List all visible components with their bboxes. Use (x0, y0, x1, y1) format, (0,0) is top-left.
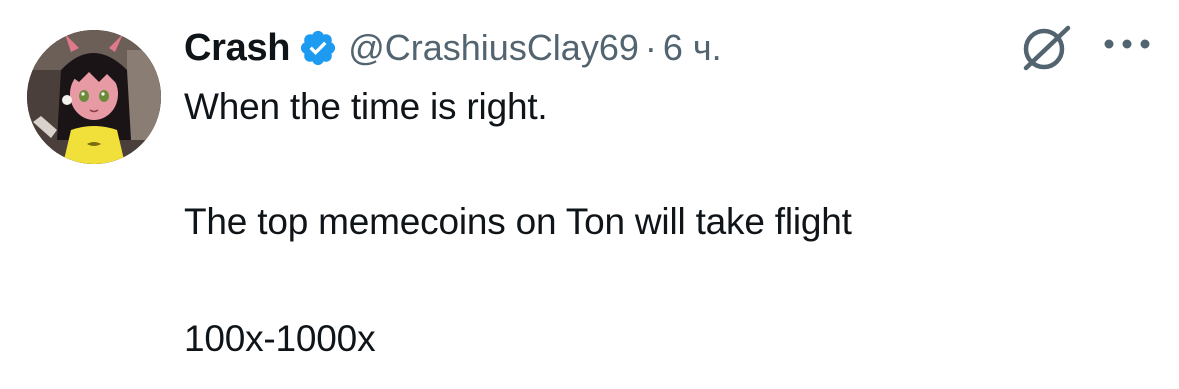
tweet-text-line: When the time is right. (184, 86, 548, 127)
tweet-timestamp[interactable]: 6 ч. (663, 27, 722, 69)
separator-dot: · (644, 27, 657, 68)
tweet-text-line: The top memecoins on Ton will take fligh… (184, 201, 852, 242)
tweet-text-line: 100x-1000x (184, 318, 376, 359)
author-handle[interactable]: @CrashiusClay69 (348, 27, 639, 69)
avatar[interactable] (27, 30, 161, 164)
more-options-icon[interactable] (1100, 34, 1154, 54)
avatar-image (27, 30, 161, 164)
grok-icon[interactable] (1016, 22, 1076, 74)
tweet-card[interactable]: Crash @CrashiusClay69 · 6 ч. When the ti… (0, 0, 1179, 389)
author-name[interactable]: Crash (184, 27, 291, 70)
tweet-header: Crash @CrashiusClay69 · 6 ч. (184, 22, 722, 74)
verified-badge-icon[interactable] (298, 28, 338, 68)
